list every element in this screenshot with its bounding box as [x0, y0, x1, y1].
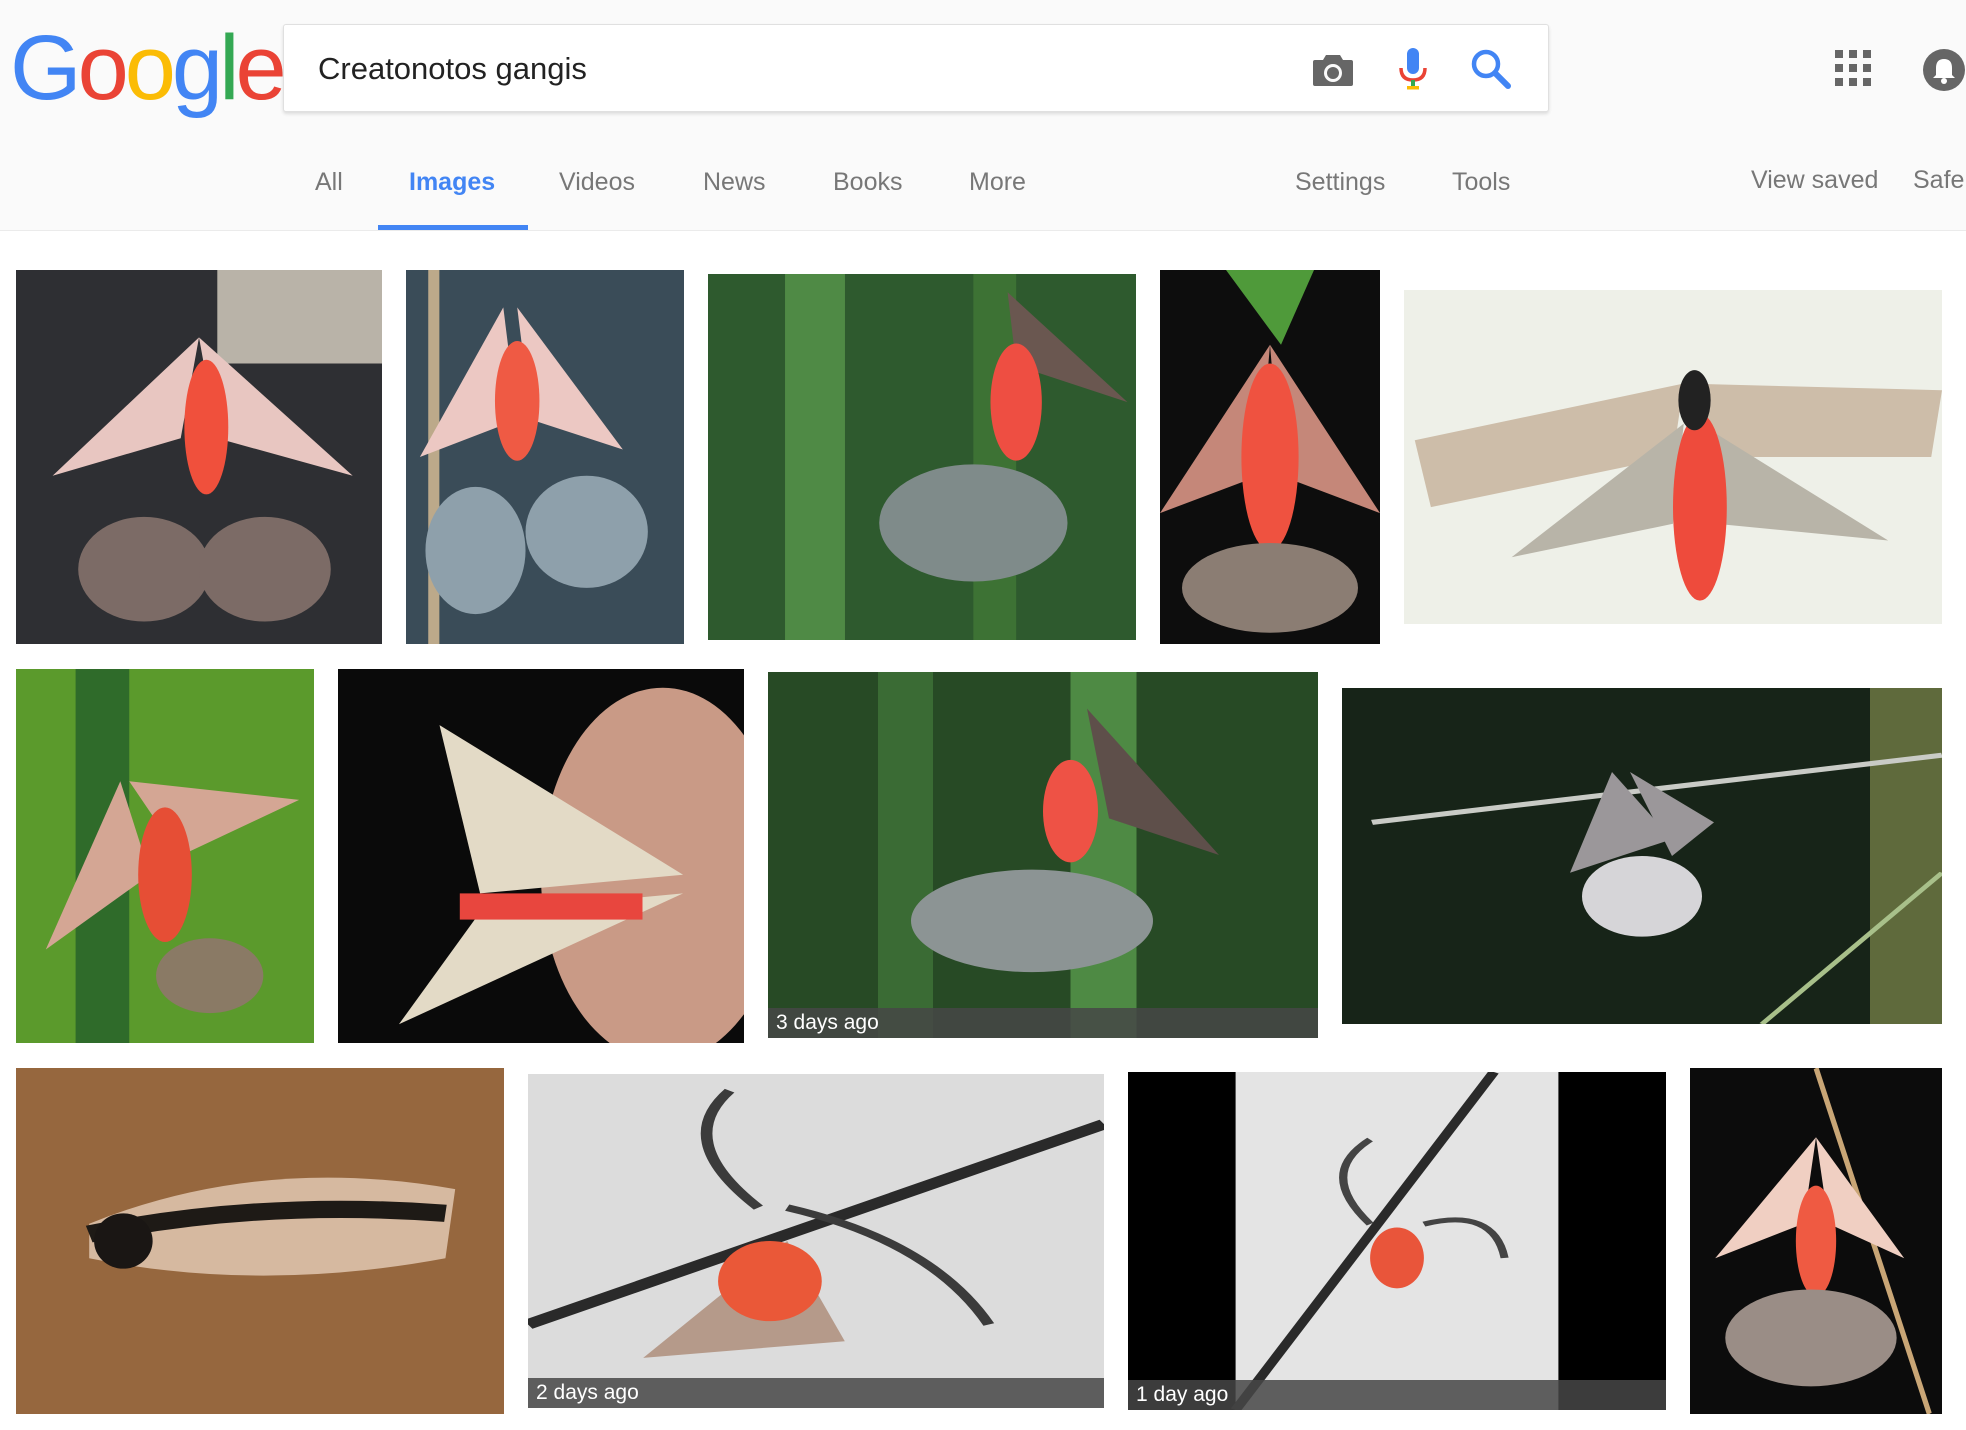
- tab-all[interactable]: All: [315, 168, 343, 197]
- logo-letter: o: [77, 17, 129, 119]
- header: Google All Images Videos News Books More…: [0, 0, 1966, 231]
- tab-images[interactable]: Images: [409, 168, 495, 197]
- apps-grid-icon[interactable]: [1835, 50, 1871, 86]
- search-input[interactable]: [316, 43, 1220, 95]
- logo-letter: e: [235, 17, 287, 119]
- microphone-icon[interactable]: [1390, 46, 1436, 92]
- safesearch-link[interactable]: Safe: [1913, 166, 1964, 195]
- image-result[interactable]: [1404, 290, 1942, 624]
- moth-image: [1690, 1068, 1942, 1414]
- image-result[interactable]: [338, 669, 744, 1043]
- moth-image: [406, 270, 684, 644]
- image-result[interactable]: [1690, 1068, 1942, 1414]
- image-result[interactable]: 3 days ago: [768, 672, 1318, 1038]
- image-result[interactable]: 1 day ago: [1128, 1072, 1666, 1410]
- date-badge: 3 days ago: [768, 1008, 1318, 1038]
- notifications-icon[interactable]: [1922, 48, 1966, 92]
- search-icon[interactable]: [1468, 46, 1514, 92]
- moth-image: [16, 1068, 504, 1414]
- tab-news[interactable]: News: [703, 168, 766, 197]
- settings-link[interactable]: Settings: [1295, 168, 1385, 197]
- tab-books[interactable]: Books: [833, 168, 902, 197]
- logo-letter: o: [124, 17, 176, 119]
- image-result[interactable]: [16, 270, 382, 644]
- image-result[interactable]: [16, 669, 314, 1043]
- logo-letter: l: [219, 17, 240, 119]
- logo-letter: g: [171, 17, 223, 119]
- image-result[interactable]: [1342, 688, 1942, 1024]
- moth-image: [1128, 1072, 1666, 1410]
- image-result[interactable]: [16, 1068, 504, 1414]
- active-tab-indicator: [378, 225, 528, 230]
- search-box: [283, 24, 1549, 112]
- moth-image: [1342, 688, 1942, 1024]
- moth-image: [16, 669, 314, 1043]
- image-result[interactable]: [1160, 270, 1380, 644]
- date-badge: 1 day ago: [1128, 1380, 1666, 1410]
- moth-image: [708, 274, 1136, 640]
- moth-image: [16, 270, 382, 644]
- image-result[interactable]: [406, 270, 684, 644]
- moth-image: [338, 669, 744, 1043]
- tools-link[interactable]: Tools: [1452, 168, 1510, 197]
- tab-videos[interactable]: Videos: [559, 168, 635, 197]
- logo-letter: G: [10, 17, 82, 119]
- image-result[interactable]: [708, 274, 1136, 640]
- moth-image: [1404, 290, 1942, 624]
- moth-image: [768, 672, 1318, 1038]
- camera-icon[interactable]: [1310, 46, 1356, 92]
- date-badge: 2 days ago: [528, 1378, 1104, 1408]
- moth-image: [1160, 270, 1380, 644]
- image-result[interactable]: 2 days ago: [528, 1074, 1104, 1408]
- tab-more[interactable]: More: [969, 168, 1026, 197]
- moth-image: [528, 1074, 1104, 1408]
- view-saved-link[interactable]: View saved: [1751, 166, 1878, 195]
- google-logo[interactable]: Google: [10, 17, 287, 119]
